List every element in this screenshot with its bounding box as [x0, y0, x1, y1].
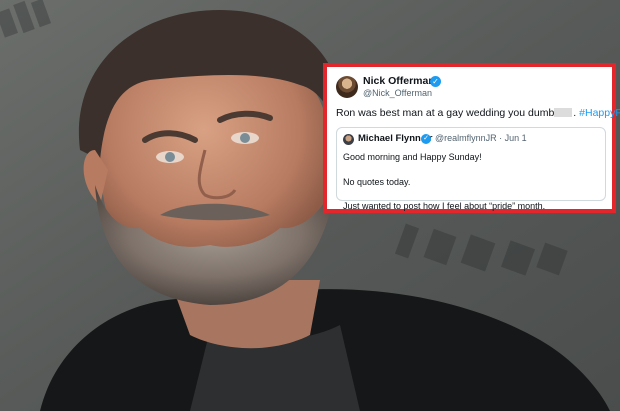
tweet-screenshot-frame: Nick Offerman ✓ @Nick_Offerman Ron was b… [323, 63, 620, 213]
quoted-line: No quotes today. [343, 177, 411, 187]
quoted-line: Good morning and Happy Sunday! [343, 152, 482, 162]
tweet-author-row: Nick Offerman ✓ @Nick_Offerman [336, 75, 603, 101]
tweet-text: Ron was best man at a gay wedding you du… [336, 107, 620, 119]
quoted-avatar [343, 134, 354, 145]
quoted-tweet[interactable]: Michael Flynn Jr ✓ @realmflynnJR · Jun 1… [336, 127, 606, 211]
author-name[interactable]: Nick Offerman [363, 75, 435, 87]
redacted-word [554, 108, 573, 117]
tweet-text-main: Ron was best man at a gay wedding you du… [336, 107, 555, 119]
tweet-text-punct: . [573, 107, 577, 119]
hashtag-link[interactable]: #HappyPride [579, 107, 620, 119]
quoted-line: Just wanted to post how I feel about “pr… [343, 201, 546, 211]
verified-badge-icon: ✓ [430, 76, 441, 87]
avatar[interactable] [336, 76, 358, 98]
author-handle[interactable]: @Nick_Offerman [363, 88, 432, 98]
quoted-verified-badge-icon: ✓ [421, 134, 431, 144]
quoted-handle-date: @realmflynnJR · Jun 1 [435, 133, 527, 143]
